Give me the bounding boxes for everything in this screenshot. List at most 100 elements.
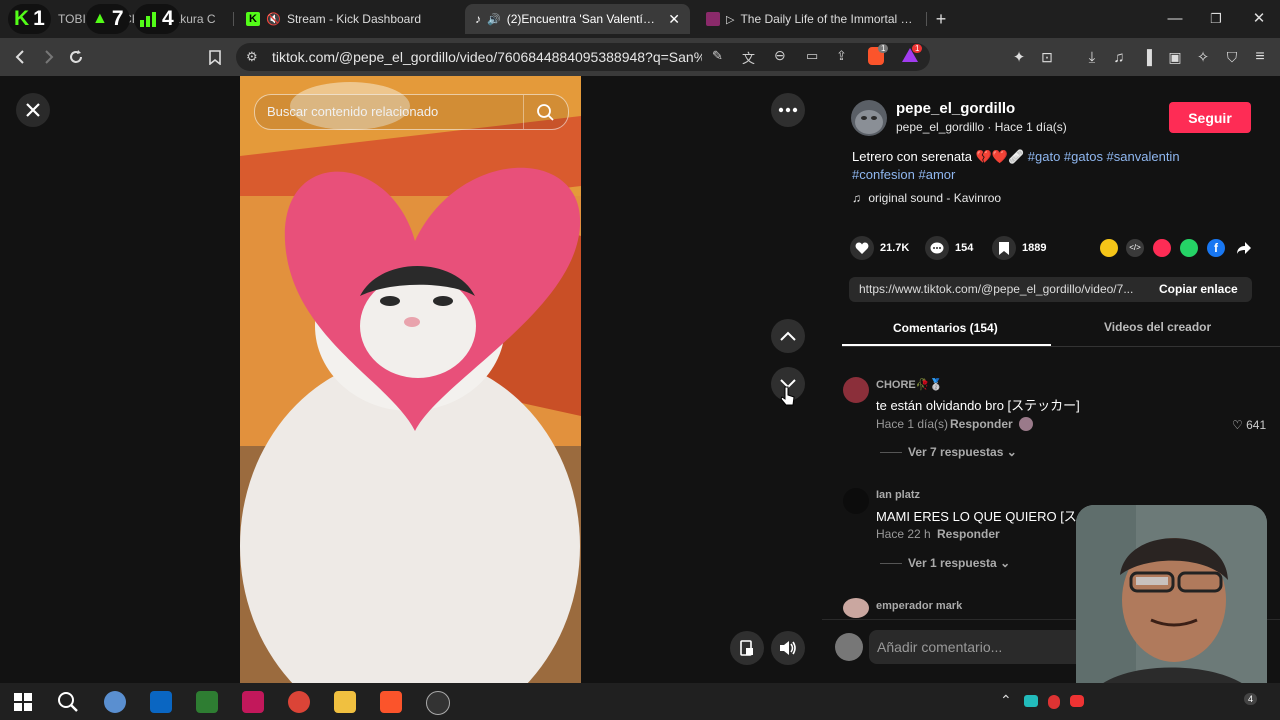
tiktok-logo-icon: ♪ [475,12,481,26]
tray-record-icon[interactable] [1070,695,1084,707]
start-icon[interactable] [12,691,34,713]
view-replies-label: Ver 7 respuestas [908,445,1004,459]
more-share-icon[interactable] [1236,241,1252,255]
follower-icon: ▲ [92,10,108,27]
copy-link-button[interactable]: Copiar enlace [1159,282,1238,296]
add-comment-input[interactable]: Añadir comentario... [869,630,1089,664]
tab-title: (2)Encuentra 'San Valentín' en [506,12,657,26]
share-link-text[interactable]: https://www.tiktok.com/@pepe_el_gordillo… [859,282,1144,296]
site-settings-icon[interactable]: ⚙ [246,49,258,65]
creator-avatar[interactable] [851,100,887,136]
follower-counter: ▲ 7 [86,4,130,34]
play-icon: ▷ [726,13,735,26]
vpn-icon[interactable]: ⛉ [1221,46,1243,68]
reload-icon[interactable] [65,46,87,68]
view-replies-label: Ver 1 respuesta [908,556,997,570]
creator-liked-avatar [1019,417,1033,431]
hashtags-line-1[interactable]: #gato #gatos #sanvalentin [1028,149,1180,164]
cast-icon[interactable]: ▭ [806,48,818,64]
save-icon[interactable] [992,236,1016,260]
follow-button[interactable]: Seguir [1169,102,1251,133]
screenshot-icon[interactable]: ⊡ [1036,46,1058,68]
wallet-icon[interactable]: ▣ [1164,46,1186,68]
related-search-input[interactable]: Buscar contenido relacionado [254,94,569,130]
vivaldi-icon[interactable] [242,691,264,713]
bookmark-icon[interactable] [204,46,226,68]
tab-kick-dashboard[interactable]: K 🔇 Stream - Kick Dashboard [240,4,460,34]
sound-link[interactable]: ♫ original sound - Kavinroo [852,191,1001,205]
heart-outline-icon: ♡ [1232,418,1243,432]
tab-daily-life[interactable]: ▷ The Daily Life of the Immortal King [700,4,922,34]
creator-username[interactable]: pepe_el_gordillo [896,100,1015,117]
audio-playing-icon: 🔊 [487,13,501,26]
copilot-icon[interactable] [104,691,126,713]
tray-overflow-icon[interactable]: ⌃ [1000,692,1012,709]
share-page-icon[interactable]: ⇪ [836,48,847,64]
brave-icon[interactable] [380,691,402,713]
store-icon[interactable] [150,691,172,713]
obs-icon[interactable] [426,691,450,715]
media-icon[interactable]: ♫ [1108,46,1130,68]
tab-tiktok[interactable]: ♪ 🔊 (2)Encuentra 'San Valentín' en ✕ [465,4,690,34]
search-icon[interactable] [523,95,568,129]
like-icon[interactable] [850,236,874,260]
comment-icon[interactable] [925,236,949,260]
comment-author[interactable]: Ian platz [876,489,920,501]
tab-creator-videos[interactable]: Videos del creador [1104,320,1211,334]
video-player[interactable] [240,76,581,683]
repost-share-icon[interactable] [1100,239,1118,257]
video-frame-cat [240,76,581,683]
chrome-icon[interactable] [288,691,310,713]
back-icon[interactable] [10,46,32,68]
window-close-icon[interactable]: ✕ [1248,8,1270,30]
hashtags-line-2[interactable]: #confesion #amor [852,167,955,182]
previous-video-icon[interactable] [771,319,805,353]
leo-ai-icon[interactable]: ✧ [1192,46,1214,68]
windows-taskbar: ⌃ 4 [0,683,1280,720]
app-icon[interactable] [196,691,218,713]
send-to-friends-icon[interactable] [1153,239,1171,257]
comment-avatar[interactable] [843,488,869,514]
download-icon[interactable]: ⤓ [1081,46,1103,68]
comment-avatar[interactable] [843,598,869,618]
volume-icon[interactable] [771,631,805,665]
embed-icon[interactable]: </> [1126,239,1144,257]
tray-security-icon[interactable] [1048,695,1060,709]
comment-author[interactable]: CHORE🥀🥈 [876,378,943,391]
counter-value: 1 [33,7,45,30]
more-options-icon[interactable] [771,93,805,127]
close-video-icon[interactable] [16,93,50,127]
view-replies-button[interactable]: Ver 7 respuestas ⌄ [908,445,1017,459]
pip-icon[interactable] [730,631,764,665]
tab-close-icon[interactable]: ✕ [668,11,680,28]
extensions-icon[interactable]: ✦ [1008,46,1030,68]
manga-site-icon [706,12,720,26]
whatsapp-icon[interactable] [1180,239,1198,257]
facebook-icon[interactable]: f [1207,239,1225,257]
tab-comments[interactable]: Comentarios (154) [893,321,998,335]
translate-icon[interactable]: 文 [742,48,755,67]
reader-off-icon[interactable]: ✎ [712,48,723,64]
view-replies-button[interactable]: Ver 1 respuesta ⌄ [908,556,1010,570]
minimize-icon[interactable]: — [1164,8,1186,30]
reply-button[interactable]: Responder [937,527,1000,541]
new-tab-icon[interactable]: + [930,8,952,30]
search-icon[interactable] [57,691,79,713]
tray-app-icon[interactable] [1024,695,1038,707]
notification-badge[interactable]: 4 [1244,693,1258,705]
sidebar-icon[interactable]: ▐ [1136,46,1158,68]
forward-icon[interactable] [37,46,59,68]
reply-button[interactable]: Responder [950,417,1013,431]
menu-icon[interactable]: ≡ [1249,46,1271,68]
folder-icon[interactable] [334,691,356,713]
comment-author[interactable]: emperador mark [876,600,962,612]
rewards-badge: 1 [912,44,923,53]
restore-icon[interactable]: ❐ [1205,8,1227,30]
webcam-overlay [1076,505,1267,705]
viewer-counter: 4 [134,4,180,34]
url-bar[interactable]: ⚙ tiktok.com/@pepe_el_gordillo/video/760… [236,43,930,71]
comment-avatar[interactable] [843,377,869,403]
zoom-icon[interactable]: ⊖ [774,47,786,64]
my-avatar [835,633,863,661]
comment-like[interactable]: ♡ 641 [1232,418,1266,432]
